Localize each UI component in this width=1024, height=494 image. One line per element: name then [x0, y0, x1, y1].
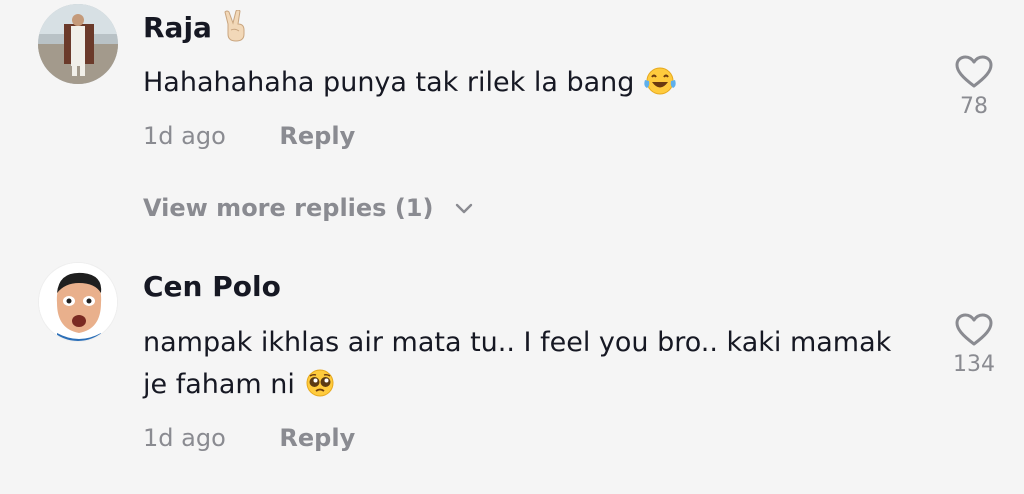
comment-text: nampak ikhlas air mata tu.. I feel you b… [143, 322, 923, 411]
pleading-face-emoji [304, 368, 336, 411]
comment-meta: 1d ago Reply [143, 122, 355, 150]
comment-time: 1d ago [143, 122, 226, 150]
avatar[interactable] [38, 262, 118, 342]
tears-of-joy-emoji [643, 66, 677, 109]
heart-icon[interactable] [954, 54, 994, 90]
like-count: 78 [960, 94, 988, 119]
comment-text-line-2: je faham ni [143, 364, 923, 411]
username[interactable]: Cen Polo [143, 270, 281, 303]
view-more-replies-button[interactable]: View more replies (1) [143, 194, 474, 222]
reply-button[interactable]: Reply [279, 122, 355, 150]
like-button[interactable]: 78 [952, 54, 996, 119]
comment-time: 1d ago [143, 424, 226, 452]
reply-button[interactable]: Reply [279, 424, 355, 452]
comment-text: Hahahahaha punya tak rilek la bang [143, 62, 923, 109]
heart-icon[interactable] [954, 312, 994, 348]
username[interactable]: Raja [143, 9, 250, 49]
like-count: 134 [953, 352, 995, 377]
victory-hand-emoji [222, 9, 250, 49]
avatar[interactable] [38, 4, 118, 84]
comment-meta: 1d ago Reply [143, 424, 355, 452]
chevron-down-icon [455, 203, 473, 214]
like-button[interactable]: 134 [952, 312, 996, 377]
